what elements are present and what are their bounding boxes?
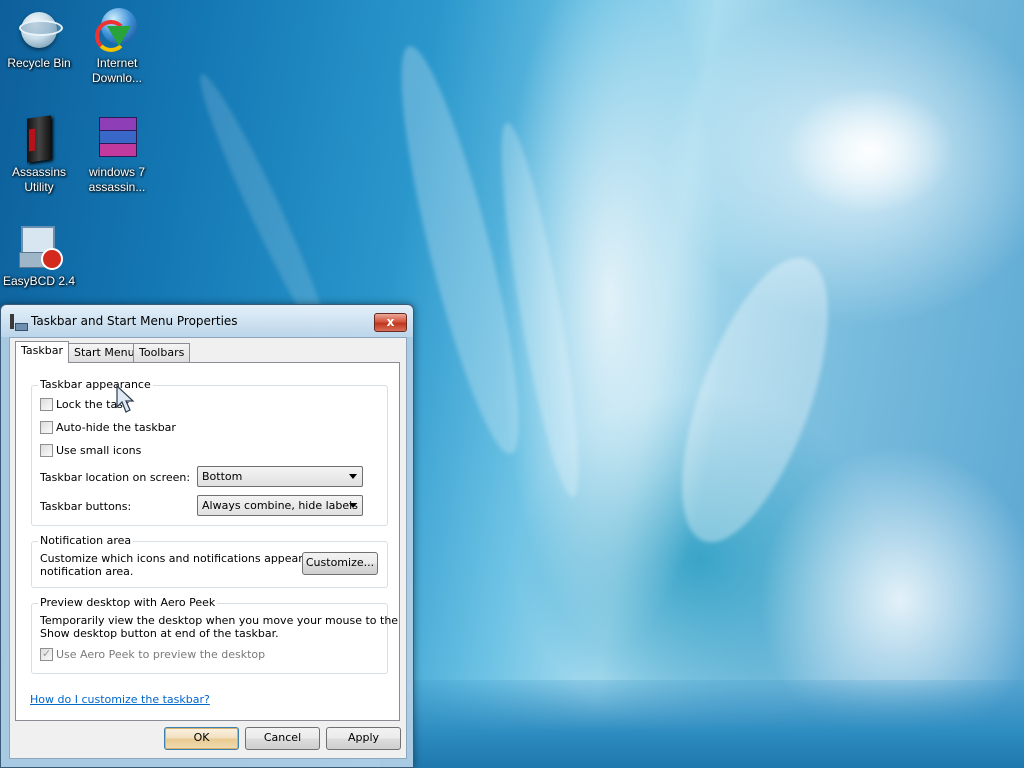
tab-start-menu[interactable]: Start Menu [68, 343, 141, 362]
aero-peek-description: Show desktop button at end of the taskba… [40, 627, 279, 640]
desktop-icon-assassins-utility[interactable]: Assassins Utility [0, 115, 78, 195]
taskbar-buttons-select[interactable]: Always combine, hide labels [197, 495, 363, 516]
tab-label: Taskbar [21, 344, 63, 357]
close-button[interactable]: x [374, 313, 407, 332]
desktop-icon-label: EasyBCD 2.4 [2, 274, 76, 288]
apply-button[interactable]: Apply [326, 727, 401, 750]
notification-description: notification area. [40, 565, 134, 578]
taskbar-appearance-group: Taskbar appearance Lock the task Auto-hi… [31, 378, 388, 526]
group-title: Preview desktop with Aero Peek [38, 596, 218, 609]
desktop-icon-label: assassin... [88, 180, 146, 194]
group-title: Notification area [38, 534, 134, 547]
checkbox-box[interactable] [40, 421, 53, 434]
taskbar-tab-panel: Taskbar appearance Lock the task Auto-hi… [15, 362, 400, 721]
button-label: Cancel [263, 731, 302, 744]
winrar-archive-icon [93, 115, 141, 163]
checkbox-box[interactable] [40, 398, 53, 411]
taskbar-properties-dialog: Taskbar and Start Menu Properties x Task… [0, 304, 414, 768]
easybcd-icon [15, 224, 63, 272]
desktop-icon-easybcd[interactable]: EasyBCD 2.4 [0, 224, 78, 289]
dialog-title: Taskbar and Start Menu Properties [31, 314, 238, 328]
tab-toolbars[interactable]: Toolbars [133, 343, 191, 362]
taskbar-buttons-label: Taskbar buttons: [40, 500, 132, 513]
desktop-icon-label: Assassins [11, 165, 67, 179]
checkbox-label: Use small icons [56, 444, 142, 457]
button-label: OK [193, 731, 210, 744]
chevron-down-icon [349, 503, 357, 508]
dialog-client-area: Taskbar Start Menu Toolbars Taskbar appe… [9, 337, 407, 759]
taskbar-location-label: Taskbar location on screen: [40, 471, 191, 484]
desktop-icon-label: Internet [96, 56, 138, 70]
customize-button[interactable]: Customize... [302, 552, 378, 575]
desktop-icon-windows7-assassin[interactable]: windows 7 assassin... [78, 115, 156, 195]
taskbar-location-select[interactable]: Bottom [197, 466, 363, 487]
aero-peek-description: Temporarily view the desktop when you mo… [40, 614, 399, 627]
mouse-pointer-icon [116, 385, 135, 413]
checkbox-label: Auto-hide the taskbar [56, 421, 176, 434]
dialog-titlebar[interactable]: Taskbar and Start Menu Properties x [1, 305, 413, 337]
checkbox-box[interactable] [40, 444, 53, 457]
desktop-icon-internet-download-manager[interactable]: Internet Downlo... [78, 6, 156, 86]
notification-description: Customize which icons and notifications … [40, 552, 338, 565]
button-label: Apply [347, 731, 380, 744]
sea-surface [380, 680, 1024, 768]
ok-button[interactable]: OK [164, 727, 239, 750]
desktop-icon-label: Downlo... [91, 71, 143, 85]
button-label: Customize... [305, 556, 375, 569]
desktop-icon-label: Recycle Bin [7, 56, 71, 70]
internet-download-manager-icon [93, 6, 141, 54]
notification-area-group: Notification area Customize which icons … [31, 534, 388, 588]
checkbox-label: Use Aero Peek to preview the desktop [56, 648, 266, 661]
wave-foam [652, 240, 858, 560]
chevron-down-icon [349, 474, 357, 479]
cancel-button[interactable]: Cancel [245, 727, 320, 750]
desktop-icon-label: Utility [24, 180, 54, 194]
taskbar-properties-icon [10, 314, 28, 331]
tab-label: Toolbars [139, 346, 185, 359]
desktop-icon-recycle-bin[interactable]: Recycle Bin [0, 6, 78, 71]
tab-label: Start Menu [74, 346, 135, 359]
desktop-icon-label: windows 7 [88, 165, 146, 179]
select-value: Bottom [202, 470, 243, 483]
checkbox-box[interactable] [40, 647, 53, 661]
aero-peek-group: Preview desktop with Aero Peek Temporari… [31, 596, 398, 674]
recycle-bin-icon [15, 6, 63, 54]
help-link[interactable]: How do I customize the taskbar? [30, 693, 210, 706]
close-icon: x [386, 315, 395, 329]
select-value: Always combine, hide labels [202, 499, 358, 512]
assassins-utility-icon [15, 115, 63, 163]
tab-taskbar[interactable]: Taskbar [15, 341, 69, 363]
